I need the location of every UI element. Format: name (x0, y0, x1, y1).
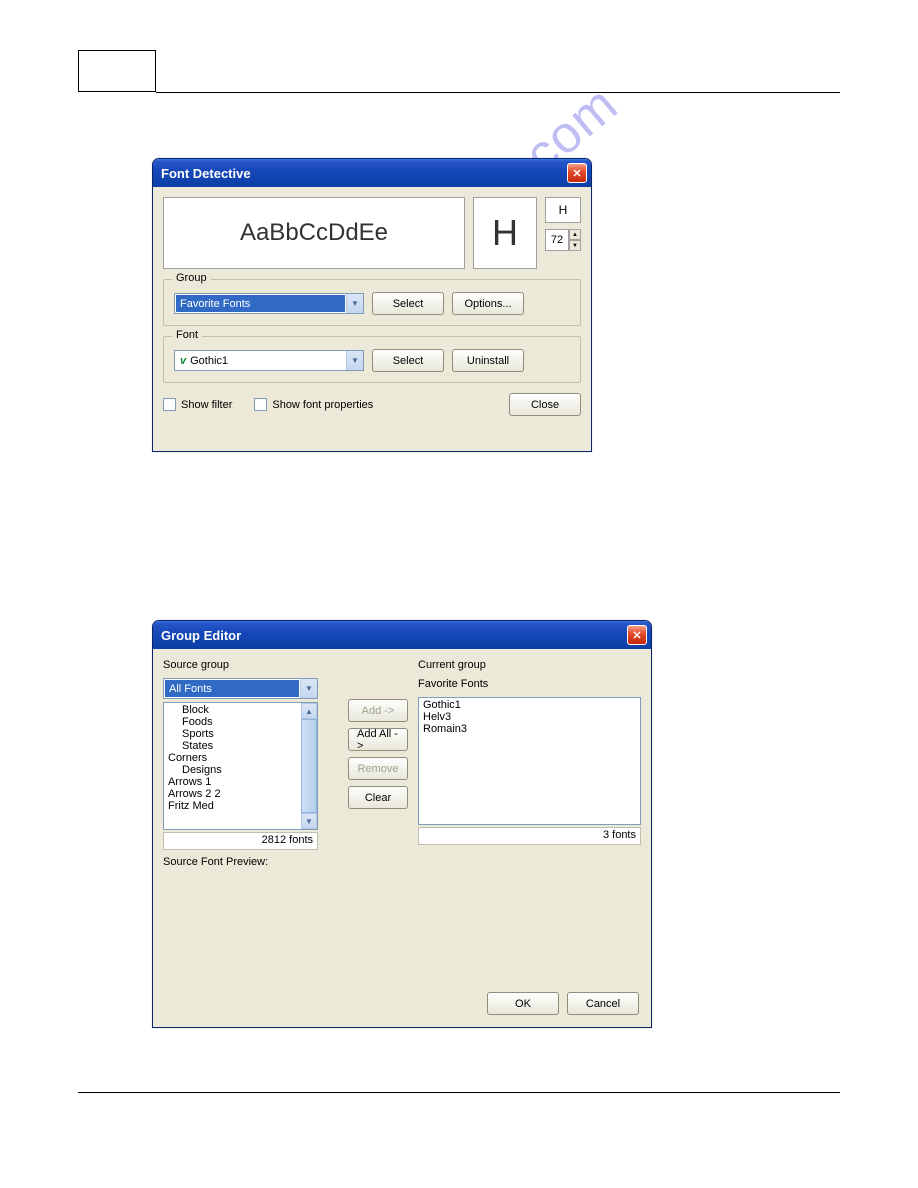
source-group-label: Source group (163, 659, 338, 674)
scroll-down-button[interactable]: ▼ (301, 813, 317, 829)
current-fonts-listbox[interactable]: Gothic1 Helv3 Romain3 (418, 697, 641, 825)
font-type-icon: v (180, 355, 186, 367)
font-select-button[interactable]: Select (372, 349, 444, 372)
font-uninstall-button[interactable]: Uninstall (452, 349, 524, 372)
source-count-status: 2812 fonts (163, 832, 318, 850)
clear-button[interactable]: Clear (348, 786, 408, 809)
group-dropdown[interactable]: Favorite Fonts ▼ (174, 293, 364, 314)
scroll-thumb[interactable] (301, 719, 317, 813)
size-up-button[interactable]: ▲ (569, 229, 581, 240)
list-item[interactable]: Helv3 (421, 711, 638, 723)
group-editor-title: Group Editor (161, 628, 241, 643)
scrollbar[interactable]: ▲ ▼ (301, 703, 317, 829)
group-select-button[interactable]: Select (372, 292, 444, 315)
close-icon[interactable]: ✕ (567, 163, 587, 183)
font-dropdown[interactable]: vGothic1 ▼ (174, 350, 364, 371)
page-frame: manualshive.com Font Detective ✕ AaBbCcD… (78, 50, 840, 1110)
chevron-down-icon: ▼ (346, 294, 363, 313)
font-detective-window: Font Detective ✕ AaBbCcDdEe H H ▲ ▼ (152, 158, 592, 452)
list-item[interactable]: Fritz Med (166, 800, 315, 812)
source-group-dropdown[interactable]: All Fonts ▼ (163, 678, 318, 699)
close-button[interactable]: Close (509, 393, 581, 416)
show-filter-label: Show filter (181, 399, 232, 411)
add-button[interactable]: Add -> (348, 699, 408, 722)
current-group-label: Current group (418, 659, 641, 674)
source-group-value: All Fonts (165, 680, 299, 697)
group-section: Group Favorite Fonts ▼ Select Options... (163, 279, 581, 326)
font-preview-char: H (473, 197, 537, 269)
chevron-down-icon: ▼ (300, 679, 317, 698)
group-dropdown-value: Favorite Fonts (176, 295, 345, 312)
dialog-buttons: OK Cancel (487, 992, 639, 1015)
list-item[interactable]: Corners (166, 752, 315, 764)
font-detective-body: AaBbCcDdEe H H ▲ ▼ Group (153, 187, 591, 451)
size-spinner[interactable]: ▲ ▼ (545, 229, 581, 251)
group-legend: Group (172, 272, 211, 284)
footer-rule (78, 1092, 840, 1093)
list-item[interactable]: Block (166, 704, 315, 716)
group-editor-window: Group Editor ✕ Source group All Fonts ▼ … (152, 620, 652, 1028)
source-group-column: Source group All Fonts ▼ Block Foods Spo… (163, 659, 338, 875)
chevron-down-icon: ▼ (346, 351, 363, 370)
preview-row: AaBbCcDdEe H H ▲ ▼ (163, 197, 581, 269)
group-editor-body: Source group All Fonts ▼ Block Foods Spo… (153, 649, 651, 1027)
add-all-button[interactable]: Add All -> (348, 728, 408, 751)
size-down-button[interactable]: ▼ (569, 240, 581, 251)
header-rule (156, 92, 840, 93)
cancel-button[interactable]: Cancel (567, 992, 639, 1015)
list-item[interactable]: Gothic1 (421, 699, 638, 711)
ok-button[interactable]: OK (487, 992, 559, 1015)
list-item[interactable]: Sports (166, 728, 315, 740)
font-section: Font vGothic1 ▼ Select Uninstall (163, 336, 581, 383)
list-item[interactable]: Arrows 1 (166, 776, 315, 788)
show-filter-checkbox[interactable]: Show filter (163, 398, 232, 411)
checkbox-box (254, 398, 267, 411)
list-item[interactable]: Designs (166, 764, 315, 776)
size-input[interactable] (545, 229, 569, 251)
list-item[interactable]: Arrows 2 2 (166, 788, 315, 800)
checkbox-box (163, 398, 176, 411)
source-fonts-listbox[interactable]: Block Foods Sports States Corners Design… (163, 702, 318, 830)
font-detective-titlebar: Font Detective ✕ (153, 159, 591, 187)
scroll-up-button[interactable]: ▲ (301, 703, 317, 719)
list-item[interactable]: States (166, 740, 315, 752)
font-detective-title: Font Detective (161, 166, 251, 181)
list-item[interactable]: Romain3 (421, 723, 638, 735)
list-item[interactable]: Foods (166, 716, 315, 728)
current-group-column: Current group Favorite Fonts Gothic1 Hel… (418, 659, 641, 875)
remove-button[interactable]: Remove (348, 757, 408, 780)
source-preview-label: Source Font Preview: (163, 856, 338, 871)
close-icon[interactable]: ✕ (627, 625, 647, 645)
group-options-button[interactable]: Options... (452, 292, 524, 315)
char-input[interactable]: H (545, 197, 581, 223)
font-legend: Font (172, 329, 202, 341)
font-dropdown-value: vGothic1 (176, 352, 345, 369)
group-editor-titlebar: Group Editor ✕ (153, 621, 651, 649)
current-count-status: 3 fonts (418, 827, 641, 845)
show-font-properties-label: Show font properties (272, 399, 373, 411)
preview-controls-col: H ▲ ▼ (545, 197, 581, 269)
transfer-buttons-column: Add -> Add All -> Remove Clear (338, 659, 418, 875)
font-preview-large: AaBbCcDdEe (163, 197, 465, 269)
show-font-properties-checkbox[interactable]: Show font properties (254, 398, 373, 411)
page-number-box (78, 50, 156, 92)
current-group-name: Favorite Fonts (418, 678, 641, 693)
